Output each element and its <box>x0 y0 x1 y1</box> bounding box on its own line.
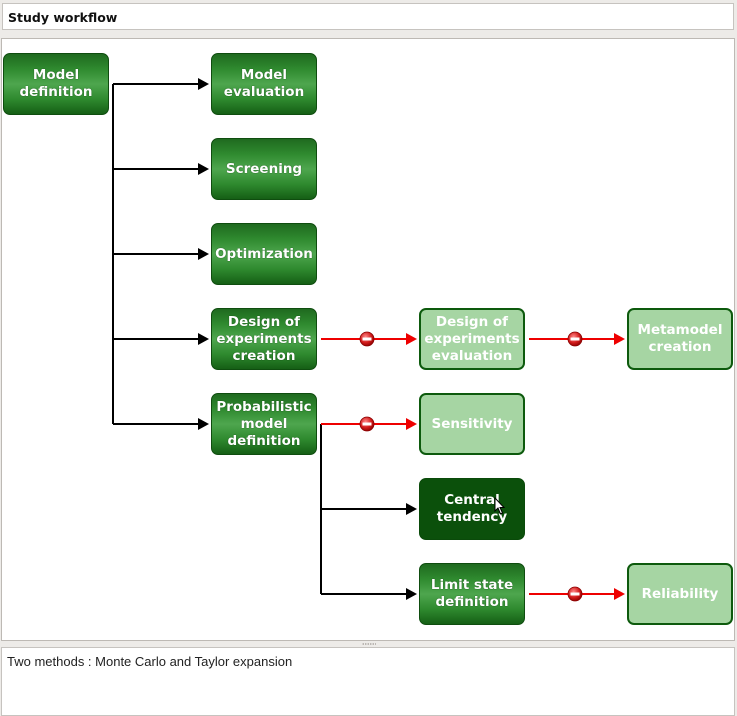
node-label: Design of experiments creation <box>216 313 312 364</box>
node-reliability[interactable]: Reliability <box>627 563 733 625</box>
description-text: Two methods : Monte Carlo and Taylor exp… <box>7 654 293 669</box>
workflow-canvas[interactable] <box>1 38 735 641</box>
node-doe-creation[interactable]: Design of experiments creation <box>211 308 317 370</box>
node-sensitivity[interactable]: Sensitivity <box>419 393 525 455</box>
splitter-grip-icon[interactable] <box>362 643 376 645</box>
node-label: Model evaluation <box>223 67 305 100</box>
node-probabilistic-model[interactable]: Probabilistic model definition <box>211 393 317 455</box>
node-model-evaluation[interactable]: Model evaluation <box>211 53 317 115</box>
mouse-cursor-icon <box>494 497 506 515</box>
node-label: Optimization <box>215 245 313 262</box>
node-label: Limit state definition <box>430 577 514 610</box>
node-central-tendency[interactable]: Central tendency <box>419 478 525 540</box>
node-label: Sensitivity <box>431 415 513 432</box>
description-panel[interactable]: Two methods : Monte Carlo and Taylor exp… <box>1 647 735 716</box>
node-metamodel-creation[interactable]: Metamodel creation <box>627 308 733 370</box>
node-label: Screening <box>225 160 303 177</box>
node-screening[interactable]: Screening <box>211 138 317 200</box>
node-doe-evaluation[interactable]: Design of experiments evaluation <box>419 308 525 370</box>
node-optimization[interactable]: Optimization <box>211 223 317 285</box>
node-label: Model definition <box>19 67 93 100</box>
workflow-title: Study workflow <box>8 10 118 25</box>
node-label: Design of experiments evaluation <box>424 313 520 364</box>
node-label: Probabilistic model definition <box>216 398 312 449</box>
node-limit-state[interactable]: Limit state definition <box>419 563 525 625</box>
workflow-title-bar: Study workflow <box>2 3 734 30</box>
node-model-definition[interactable]: Model definition <box>3 53 109 115</box>
node-label: Metamodel creation <box>637 322 723 355</box>
node-label: Reliability <box>641 585 719 602</box>
